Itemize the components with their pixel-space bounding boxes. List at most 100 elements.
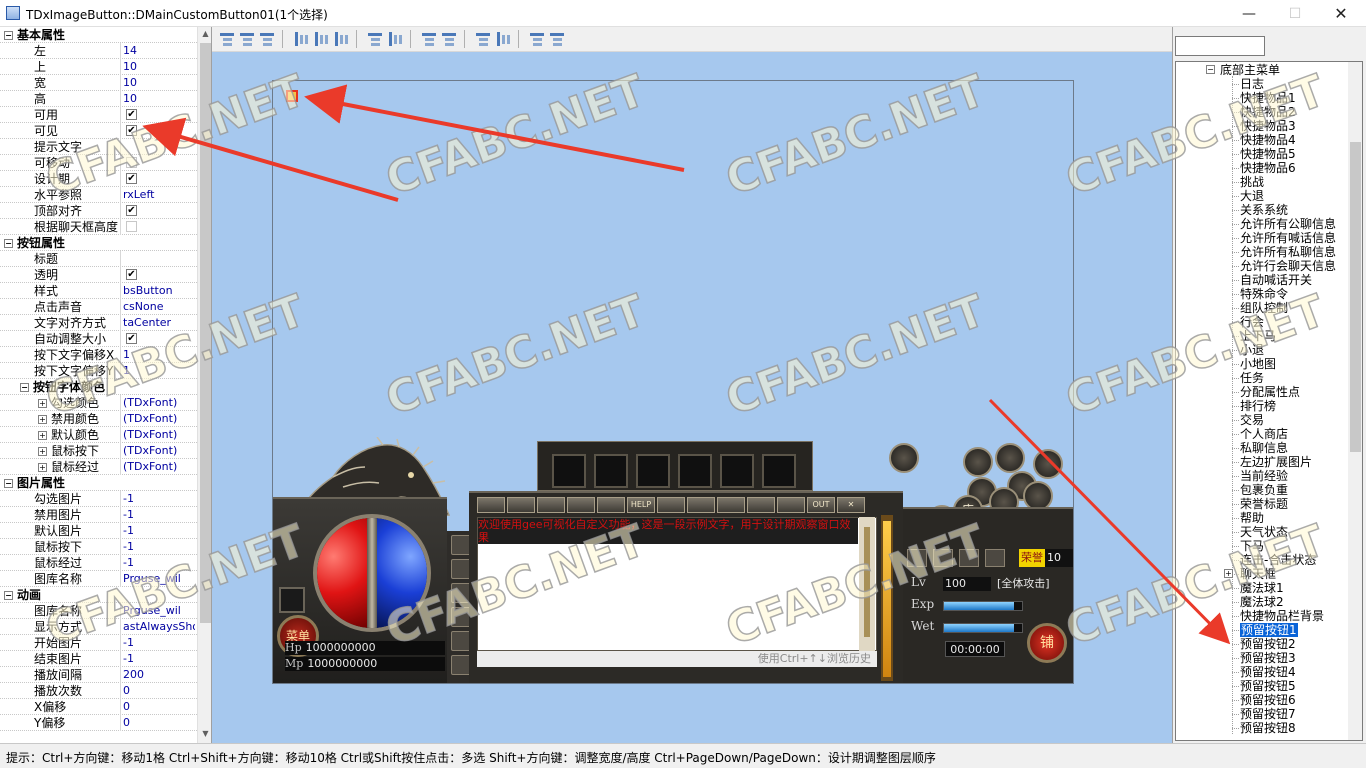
tree-item[interactable]: 组队控制 (1240, 301, 1288, 315)
property-row[interactable]: 结束图片 -1 (0, 651, 197, 667)
property-value[interactable]: -1 (123, 540, 195, 554)
property-value[interactable]: 1 (123, 348, 195, 362)
tree-item[interactable]: 私聊信息 (1240, 441, 1288, 455)
property-row[interactable]: 可用 ✔ (0, 107, 197, 123)
property-checkbox[interactable]: ✔ (126, 173, 137, 184)
chat-toolbar-button[interactable] (507, 497, 535, 513)
function-round-icon[interactable] (1033, 449, 1063, 479)
tree-item[interactable]: 小地图 (1240, 357, 1276, 371)
component-tree[interactable]: − 底部主菜单 日志 快捷物品1 快捷物品2 快捷物品3 快捷物品4 快捷物品5 快捷物品6 挑战… (1175, 61, 1363, 741)
property-value[interactable]: 0 (123, 684, 195, 698)
tree-item[interactable]: 特殊命令 (1240, 287, 1288, 301)
property-value[interactable]: taCenter (123, 316, 195, 330)
design-canvas[interactable]: 菜单 Hp 1000000000 Mp 1000000000 HELP OUT … (212, 52, 1172, 743)
property-row[interactable]: 水平参照 rxLeft (0, 187, 197, 203)
tree-item[interactable]: 快捷物品5 (1240, 147, 1296, 161)
tree-item[interactable]: 小退 (1240, 343, 1264, 357)
property-checkbox[interactable] (126, 221, 137, 232)
property-row[interactable]: X偏移 0 (0, 699, 197, 715)
property-row[interactable]: 播放次数 0 (0, 683, 197, 699)
maximize-button[interactable]: ☐ (1272, 0, 1318, 27)
property-value[interactable]: -1 (123, 524, 195, 538)
tree-item[interactable]: 快捷物品4 (1240, 133, 1296, 147)
property-row[interactable]: + 鼠标按下 (TDxFont) (0, 443, 197, 459)
property-group[interactable]: − 按钮字体颜色 (0, 379, 197, 395)
chat-toolbar-button[interactable] (747, 497, 775, 513)
chat-toolbar-button[interactable] (687, 497, 715, 513)
collapse-icon[interactable]: − (4, 239, 13, 248)
chat-log[interactable]: 欢迎使用gee可视化自定义功能，这是一段示例文字，用于设计期观察窗口效果 (477, 517, 877, 651)
property-value[interactable]: -1 (123, 492, 195, 506)
chat-toolbar-button[interactable] (657, 497, 685, 513)
tree-item[interactable]: 允许行会聊天信息 (1240, 259, 1336, 273)
chat-toolbar-button[interactable] (567, 497, 595, 513)
tree-item[interactable]: 排行榜 (1240, 399, 1276, 413)
expand-icon[interactable]: + (38, 447, 47, 456)
tree-item[interactable]: 魔法球2 (1240, 595, 1284, 609)
expand-icon[interactable]: + (38, 415, 47, 424)
property-row[interactable]: 按下文字偏移X 1 (0, 347, 197, 363)
tree-item[interactable]: 连击-合击状态 (1240, 553, 1316, 567)
property-row[interactable]: + 鼠标经过 (TDxFont) (0, 459, 197, 475)
chat-channel-icon[interactable] (451, 559, 471, 579)
collapse-icon[interactable]: − (1206, 65, 1215, 74)
property-value[interactable]: Prguse_wil (123, 572, 195, 586)
property-value[interactable]: Prguse_wil (123, 604, 195, 618)
property-value[interactable]: 0 (123, 700, 195, 714)
tree-item[interactable]: 预留按钮4 (1240, 665, 1296, 679)
property-value[interactable]: -1 (123, 652, 195, 666)
property-value[interactable]: 0 (123, 716, 195, 730)
function-round-icon[interactable] (995, 443, 1025, 473)
property-value[interactable]: 10 (123, 60, 195, 74)
tree-item[interactable]: 日志 (1240, 77, 1264, 91)
expand-icon[interactable]: + (38, 431, 47, 440)
quick-item-slot[interactable] (594, 454, 628, 488)
property-value[interactable]: 200 (123, 668, 195, 682)
property-row[interactable]: 点击声音 csNone (0, 299, 197, 315)
property-row[interactable]: 播放间隔 200 (0, 667, 197, 683)
property-row[interactable]: 标题 (0, 251, 197, 267)
tree-search-input[interactable] (1175, 36, 1265, 56)
scroll-thumb[interactable] (200, 43, 211, 623)
tree-item[interactable]: 下马 (1240, 539, 1264, 553)
property-group[interactable]: − 动画 (0, 587, 197, 603)
speaker-icon[interactable] (451, 535, 471, 555)
property-row[interactable]: 图库名称 Prguse_wil (0, 571, 197, 587)
chat-scroll-thumb[interactable] (864, 527, 870, 637)
property-value[interactable]: (TDxFont) (123, 460, 195, 474)
property-value[interactable]: astAlwaysShow (123, 620, 195, 634)
tree-item[interactable]: 个人商店 (1240, 427, 1288, 441)
bring-front-icon[interactable] (528, 30, 546, 48)
chat-channel-icon[interactable] (451, 655, 471, 675)
property-checkbox[interactable] (126, 157, 137, 168)
tool-icon[interactable] (959, 549, 979, 567)
align-middle-v-icon[interactable] (312, 30, 330, 48)
property-row[interactable]: 鼠标按下 -1 (0, 539, 197, 555)
tree-item[interactable]: 快捷物品2 (1240, 105, 1296, 119)
property-row[interactable]: 可见 ✔ (0, 123, 197, 139)
tree-item[interactable]: 当前经验 (1240, 469, 1288, 483)
property-value[interactable]: (TDxFont) (123, 444, 195, 458)
tree-item[interactable]: 允许所有公聊信息 (1240, 217, 1336, 231)
tree-item[interactable]: 预留按钮5 (1240, 679, 1296, 693)
tool-icon[interactable] (907, 549, 927, 567)
chat-toolbar-button[interactable] (477, 497, 505, 513)
sword-icon[interactable] (933, 549, 953, 567)
property-row[interactable]: 鼠标经过 -1 (0, 555, 197, 571)
property-value[interactable]: 10 (123, 92, 195, 106)
tool-icon[interactable] (985, 549, 1005, 567)
property-value[interactable]: csNone (123, 300, 195, 314)
property-value[interactable]: (TDxFont) (123, 412, 195, 426)
property-checkbox[interactable]: ✔ (126, 205, 137, 216)
tree-item[interactable]: 魔法球1 (1240, 581, 1284, 595)
inspector-scrollbar[interactable]: ▲ ▼ (197, 27, 211, 743)
property-row[interactable]: 上 10 (0, 59, 197, 75)
property-value[interactable]: (TDxFont) (123, 428, 195, 442)
tree-item[interactable]: 任务 (1240, 371, 1264, 385)
chat-toolbar-button[interactable] (777, 497, 805, 513)
tree-item[interactable]: 快捷物品6 (1240, 161, 1296, 175)
tree-item[interactable]: 聊天框 (1240, 567, 1276, 581)
align-center-h-icon[interactable] (238, 30, 256, 48)
size-width-help-icon[interactable] (420, 30, 438, 48)
property-row[interactable]: 左 14 (0, 43, 197, 59)
